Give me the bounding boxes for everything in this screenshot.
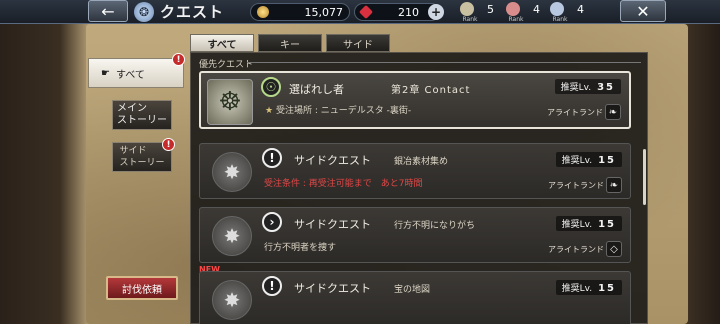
quest-list-panel: 優先クエスト ☸ ☉ 選ばれし者 第2章 Contact 推奨Lv. 35 ★ 受… (190, 52, 648, 324)
quest-condition: 受注条件 : 再受注可能まで あと7時間 (264, 179, 423, 189)
quest-type: サイドクエスト (294, 282, 371, 295)
quest-type: サイドクエスト (294, 154, 371, 167)
level-label: 推奨Lv. (561, 220, 593, 230)
section-divider (247, 62, 641, 63)
recommended-level: 推奨Lv. 35 (554, 79, 621, 94)
quest-region: アライトランド (548, 245, 604, 254)
pointing-hand-icon: ☛ (101, 67, 110, 79)
rank-value: 4 (533, 2, 540, 16)
quest-thumbnail: ✸ (212, 280, 252, 320)
rank-badge-3: Rank 4 (550, 2, 584, 23)
back-button[interactable]: ← (88, 0, 128, 22)
gold-value: 15,077 (304, 5, 344, 19)
exclamation-icon: ! (262, 276, 282, 296)
exclamation-icon: ! (262, 148, 282, 168)
close-icon: ✕ (636, 1, 650, 21)
recommended-level: 推奨Lv. 15 (555, 152, 622, 167)
quest-thumbnail: ✸ (212, 152, 252, 192)
rank-value: 4 (577, 2, 584, 16)
rank-value: 5 (487, 2, 494, 16)
page-title: クエスト (160, 3, 225, 21)
sidebar-item-label: ストーリー (117, 115, 167, 126)
quest-card-featured[interactable]: ☸ ☉ 選ばれし者 第2章 Contact 推奨Lv. 35 ★ 受注場所 : ニ… (199, 71, 631, 129)
alert-badge: ! (162, 138, 175, 151)
rank-medal-icon (550, 2, 564, 16)
sidebar-item-label: ストーリー (119, 158, 165, 168)
sidebar-item-label: メイン (117, 103, 147, 114)
rank-medal-icon (506, 2, 520, 16)
quest-region: アライトランド (547, 108, 603, 117)
quest-title: 行方不明になりがち (394, 221, 476, 231)
page-header: ❂ クエスト (134, 1, 224, 22)
rank-label: Rank (552, 16, 568, 23)
level-value: 15 (598, 219, 616, 230)
sidebar-item-main-story[interactable]: メイン ストーリー (112, 100, 172, 130)
rank-label: Rank (508, 16, 524, 23)
level-value: 15 (598, 155, 616, 166)
level-label: 推奨Lv. (561, 284, 593, 294)
quest-region: アライトランド (548, 181, 604, 190)
quest-location: ★ 受注場所 : ニューデルスタ -裏街- (265, 103, 411, 116)
gold-counter: 15,077 (250, 3, 350, 21)
quest-card[interactable]: ✸ › サイドクエスト 行方不明になりがち 推奨Lv. 15 行方不明者を捜す ア… (199, 207, 631, 263)
level-value: 35 (597, 82, 615, 93)
rank-badge-2: Rank 4 (506, 2, 540, 23)
rank-badge-1: Rank 5 (460, 2, 494, 23)
gold-coin-icon (257, 6, 269, 18)
wing-icon: ❧ (605, 104, 621, 120)
star-icon: ★ (265, 106, 274, 116)
rank-label: Rank (462, 16, 478, 23)
quest-thumbnail: ☸ (207, 79, 253, 125)
section-title: 優先クエスト (199, 60, 254, 70)
gem-icon (358, 4, 374, 20)
tab-key[interactable]: キー (258, 34, 322, 52)
level-label: 推奨Lv. (561, 156, 593, 166)
diamond-icon: ◇ (606, 241, 622, 257)
quest-title: 宝の地図 (394, 285, 431, 295)
quest-emblem-icon: ❂ (134, 1, 154, 22)
quest-thumbnail: ✸ (212, 216, 252, 256)
rank-medal-icon (460, 2, 474, 16)
quest-chapter: 第2章 Contact (391, 85, 471, 96)
chevron-right-icon: › (262, 212, 282, 232)
quest-card[interactable]: ✸ ! サイドクエスト 銀冶素材集め 推奨Lv. 15 受注条件 : 再受注可能ま… (199, 143, 631, 199)
hunt-request-button[interactable]: 討伐依頼 (106, 276, 178, 300)
sidebar-item-label: すべて (115, 69, 145, 81)
recommended-level: 推奨Lv. 15 (555, 216, 622, 231)
tab-all[interactable]: すべて (190, 34, 254, 52)
key-quest-icon: ☉ (261, 77, 281, 97)
wing-icon: ❧ (606, 177, 622, 193)
tab-side[interactable]: サイド (326, 34, 390, 52)
quest-description: 行方不明者を捜す (264, 243, 337, 253)
filter-tabs: すべて キー サイド (190, 34, 390, 52)
scrollbar[interactable] (643, 149, 646, 205)
alert-badge: ! (172, 53, 185, 66)
add-gems-button[interactable]: + (428, 4, 444, 20)
gem-value: 210 (398, 5, 419, 19)
recommended-level: 推奨Lv. 15 (555, 280, 622, 295)
quest-card[interactable]: ✸ ! サイドクエスト 宝の地図 推奨Lv. 15 (199, 271, 631, 324)
level-value: 15 (598, 283, 616, 294)
quest-name: 選ばれし者 (289, 83, 344, 96)
sidebar-item-all[interactable]: ☛ すべて (88, 58, 184, 88)
level-label: 推奨Lv. (560, 83, 592, 93)
location-text: 受注場所 : ニューデルスタ -裏街- (275, 106, 412, 116)
arrow-left-icon: ← (101, 1, 115, 21)
quest-title: 銀冶素材集め (394, 157, 449, 167)
sidebar-item-label: サイド (119, 146, 147, 156)
close-button[interactable]: ✕ (620, 0, 666, 22)
quest-type: サイドクエスト (294, 218, 371, 231)
